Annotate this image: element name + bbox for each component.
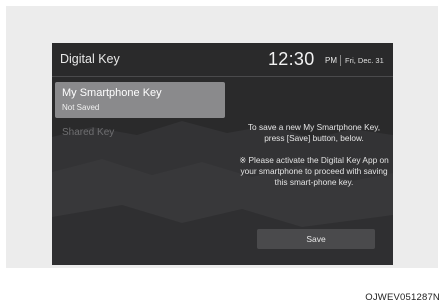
save-button[interactable]: Save [257, 229, 375, 249]
clock-ampm: PM [325, 56, 337, 65]
status-bar: Digital Key 12:30 PM Fri, Dec. 31 [52, 43, 393, 77]
menu-item-status: Not Saved [62, 103, 100, 112]
infotainment-screen: Digital Key 12:30 PM Fri, Dec. 31 My Sma… [52, 43, 393, 265]
page-title: Digital Key [60, 52, 120, 66]
header-divider [340, 55, 341, 66]
clock-time: 12:30 [268, 49, 315, 69]
clock-date: Fri, Dec. 31 [345, 56, 384, 65]
instruction-text: To save a new My Smartphone Key, press [… [247, 122, 381, 144]
menu-item-my-smartphone-key[interactable]: My Smartphone Key Not Saved [55, 82, 225, 118]
figure-caption: OJWEV051287N [365, 292, 440, 303]
menu-item-label: Shared Key [62, 127, 115, 138]
menu-item-label: My Smartphone Key [62, 87, 162, 99]
menu-item-shared-key: Shared Key [55, 122, 225, 144]
note-text: ※ Please activate the Digital Key App on… [239, 155, 389, 188]
